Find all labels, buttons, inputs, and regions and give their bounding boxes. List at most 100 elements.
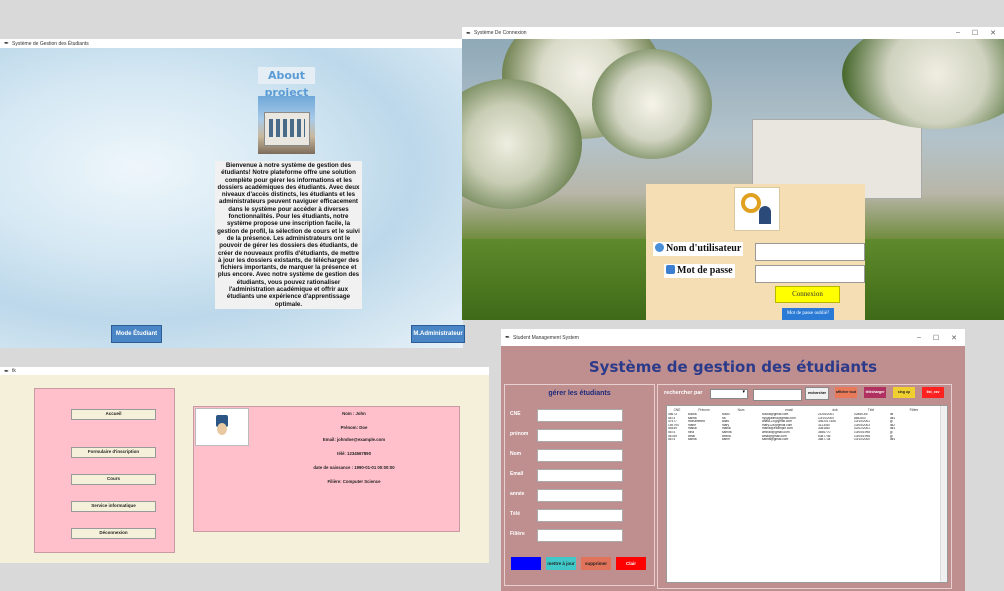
list-csv-button[interactable]: list_csv: [922, 387, 944, 398]
form-title: gérer les étudiants: [548, 390, 611, 397]
maximize-icon[interactable]: ☐: [933, 334, 939, 342]
about-window: ✒ Système de Gestion des Étudiants About…: [0, 39, 465, 348]
results-panel: rechercher par ▾ rechercher afficher tou…: [657, 384, 952, 589]
profile-nom: Nom : John: [342, 411, 366, 416]
label-email: Email: [510, 471, 524, 477]
col-dob[interactable]: dob: [817, 406, 853, 413]
label-tele: Télé: [510, 511, 521, 517]
app-feather-icon: ✒: [4, 368, 10, 375]
profile-tele: télé: 1234567890: [337, 451, 371, 456]
label-cne: CNE: [510, 411, 521, 417]
students-table[interactable]: CNE Prénom Nom email dob Télé Filière 45…: [666, 405, 948, 583]
password-input[interactable]: [755, 265, 865, 283]
about-window-title: Système de Gestion des Étudiants: [12, 40, 89, 47]
student-mode-button[interactable]: Mode Étudiant: [111, 325, 162, 343]
cne-input[interactable]: [537, 409, 623, 422]
close-icon[interactable]: ✕: [951, 334, 957, 342]
table-header-row: CNE Prénom Nom email dob Télé Filière: [667, 406, 939, 413]
label-annee: année: [510, 491, 525, 497]
flower-tree-decoration: [842, 39, 1004, 129]
search-input[interactable]: [753, 389, 802, 401]
app-feather-icon: ✒: [4, 41, 10, 47]
col-nom[interactable]: Nom: [721, 406, 761, 413]
show-all-button[interactable]: afficher tout: [835, 387, 857, 398]
username-label: Nom d'utilisateur: [653, 242, 744, 256]
menu-cours[interactable]: Cours: [71, 474, 156, 485]
connexion-button[interactable]: Connexion: [775, 286, 840, 303]
email-input[interactable]: [537, 469, 623, 482]
col-prenom[interactable]: Prénom: [687, 406, 721, 413]
col-filiere[interactable]: Filière: [889, 406, 939, 413]
download-button[interactable]: télécharger: [864, 387, 886, 398]
about-heading: About project: [258, 67, 315, 99]
login-window: ✒ Système De Connexion – ☐ ✕ Nom d'utili…: [462, 27, 1004, 320]
search-by-label: rechercher par: [664, 390, 703, 396]
username-input[interactable]: [755, 243, 865, 261]
table-row[interactable]: 5674 salma karim salma@gmail.com 3687734 10/1…: [667, 438, 939, 442]
table-cell: iaf1: [890, 438, 896, 442]
nom-input[interactable]: [537, 449, 623, 462]
teacher-presentation-icon: [734, 187, 780, 231]
update-button[interactable]: mettre à jour: [546, 557, 576, 570]
forgot-password-button[interactable]: Mot de passe oublié?: [782, 308, 834, 320]
delete-button[interactable]: supprimer: [581, 557, 611, 570]
side-menu: Accueil Formulaire d'inscription Cours S…: [34, 388, 175, 553]
profile-window-title: tk: [12, 368, 16, 374]
management-body: Système de gestion des étudiants gérer l…: [501, 346, 965, 591]
about-body: About project Bienvenue à notre système …: [0, 48, 465, 348]
student-avatar: [195, 408, 249, 446]
profile-prenom: Prénom: Doe: [340, 425, 368, 430]
label-filiere: Filière: [510, 531, 525, 537]
about-description: Bienvenue à notre système de gestion des…: [215, 161, 362, 309]
login-titlebar: ✒ Système De Connexion – ☐ ✕: [462, 27, 1004, 39]
login-background: Nom d'utilisateur Mot de passe: [462, 39, 1004, 320]
management-titlebar: ✒ Student Management System – ☐ ✕: [501, 329, 965, 346]
minimize-icon[interactable]: –: [956, 29, 960, 37]
search-field-select[interactable]: ▾: [710, 389, 748, 399]
app-feather-icon: ✒: [466, 30, 472, 37]
table-scrollbar[interactable]: [940, 406, 947, 582]
filiere-input[interactable]: [537, 529, 623, 542]
menu-formulaire[interactable]: Formulaire d'inscription: [71, 447, 156, 458]
menu-accueil[interactable]: Accueil: [71, 409, 156, 420]
profile-date-naissance: date de naissance : 1990-01-01 00:00:00: [313, 465, 395, 470]
campus-image: [258, 96, 315, 154]
search-button[interactable]: rechercher: [805, 387, 829, 400]
admin-mode-button[interactable]: M.Administrateur: [411, 325, 465, 343]
col-tele[interactable]: Télé: [853, 406, 889, 413]
table-cell: salma: [688, 438, 697, 442]
tele-input[interactable]: [537, 509, 623, 522]
student-form: gérer les étudiants CNE prénom Nom Email…: [504, 384, 655, 586]
maximize-icon[interactable]: ☐: [972, 29, 978, 37]
profile-body: Accueil Formulaire d'inscription Cours S…: [0, 375, 489, 563]
management-heading: Système de gestion des étudiants: [588, 358, 878, 376]
chevron-down-icon: ▾: [742, 389, 745, 395]
password-label: Mot de passe: [664, 264, 735, 278]
table-cell: 3687734: [818, 438, 831, 442]
profile-titlebar: ✒ tk: [0, 367, 489, 375]
col-cne[interactable]: CNE: [667, 406, 687, 413]
profile-panel: Nom : John Prénom: Doe Email: johndoe@ex…: [193, 406, 460, 532]
col-email[interactable]: email: [761, 406, 817, 413]
annee-input[interactable]: [537, 489, 623, 502]
profile-email: Email: johndoe@example.com: [322, 437, 386, 442]
table-cell: 10/10/2000: [854, 438, 870, 442]
lock-icon: [666, 265, 675, 274]
about-titlebar: ✒ Système de Gestion des Étudiants: [0, 39, 463, 48]
prenom-input[interactable]: [537, 429, 623, 442]
label-nom: Nom: [510, 451, 522, 457]
user-icon: [655, 243, 664, 252]
profile-filiere: Filière: Computer Science: [327, 479, 381, 484]
login-window-title: Système De Connexion: [474, 30, 527, 36]
app-feather-icon: ✒: [505, 335, 511, 341]
sign-up-button[interactable]: sing up: [893, 387, 915, 398]
management-window-title: Student Management System: [513, 334, 579, 341]
close-icon[interactable]: ✕: [990, 29, 996, 37]
students-grid: CNE Prénom Nom email dob Télé Filière 45…: [667, 406, 939, 442]
menu-service-informatique[interactable]: Service informatique: [71, 501, 156, 512]
add-button[interactable]: [511, 557, 541, 570]
management-window: ✒ Student Management System – ☐ ✕ Systèm…: [501, 329, 965, 591]
clear-button[interactable]: Clair: [616, 557, 646, 570]
minimize-icon[interactable]: –: [917, 334, 921, 342]
menu-deconnexion[interactable]: Déconnexion: [71, 528, 156, 539]
